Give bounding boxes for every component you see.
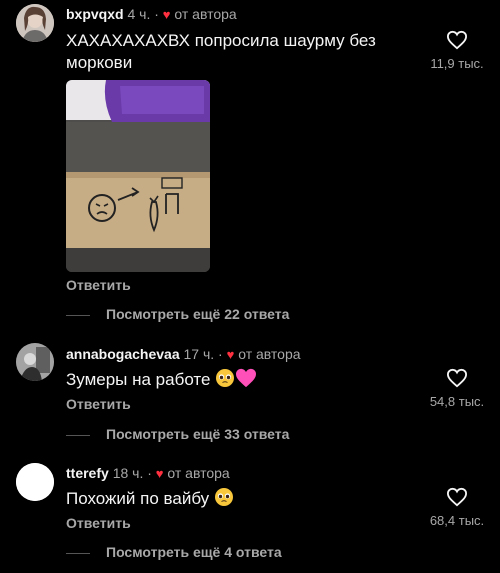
pleading-face-icon bbox=[215, 368, 235, 394]
like-count: 11,9 тыс. bbox=[430, 56, 484, 71]
view-more-replies[interactable]: Посмотреть ещё 22 ответа bbox=[66, 306, 289, 322]
comment-text: Зумеры на работе bbox=[66, 370, 211, 389]
like-button[interactable]: 54,8 тыс. bbox=[422, 368, 492, 409]
avatar-photo bbox=[16, 463, 54, 501]
view-more-replies[interactable]: Посмотреть ещё 33 ответа bbox=[66, 426, 289, 442]
comment-text: ХАХАХАХАХВХ попросила шаурму без моркови bbox=[66, 31, 376, 72]
heart-filled-icon: ♥ bbox=[226, 347, 235, 362]
author-badge: от автора bbox=[238, 346, 301, 362]
heart-outline-icon[interactable] bbox=[446, 487, 468, 507]
separator-dot: · bbox=[218, 346, 223, 362]
heart-outline-icon[interactable] bbox=[446, 30, 468, 50]
separator-dot: · bbox=[147, 465, 152, 481]
view-more-label: Посмотреть ещё 33 ответа bbox=[106, 426, 290, 442]
avatar[interactable] bbox=[16, 343, 54, 381]
divider-line bbox=[66, 552, 90, 554]
timestamp: 18 ч. bbox=[112, 465, 144, 481]
reply-button[interactable]: Ответить bbox=[66, 515, 131, 531]
separator-dot: · bbox=[154, 6, 159, 22]
heart-outline-icon[interactable] bbox=[446, 368, 468, 388]
comment-meta: annabogachevaa 17 ч. · ♥ от автора bbox=[66, 346, 301, 362]
view-more-label: Посмотреть ещё 22 ответа bbox=[106, 306, 290, 322]
avatar-photo bbox=[16, 343, 54, 381]
pleading-face-icon bbox=[214, 487, 234, 513]
comment-meta: bxpvqxd 4 ч. · ♥ от автора bbox=[66, 6, 237, 22]
username[interactable]: annabogachevaa bbox=[66, 346, 180, 362]
comment-text-row: Похожий по вайбу bbox=[66, 487, 234, 513]
timestamp: 17 ч. bbox=[183, 346, 215, 362]
pink-heart-icon bbox=[235, 368, 257, 394]
view-more-label: Посмотреть ещё 4 ответа bbox=[106, 544, 282, 560]
divider-line bbox=[66, 434, 90, 436]
timestamp: 4 ч. bbox=[127, 6, 151, 22]
author-badge: от автора bbox=[167, 465, 230, 481]
like-button[interactable]: 11,9 тыс. bbox=[422, 30, 492, 71]
comment-meta: tterefy 18 ч. · ♥ от автора bbox=[66, 465, 230, 481]
reply-button[interactable]: Ответить bbox=[66, 396, 131, 412]
username[interactable]: bxpvqxd bbox=[66, 6, 124, 22]
like-count: 68,4 тыс. bbox=[429, 513, 485, 528]
comment-text: Похожий по вайбу bbox=[66, 489, 210, 508]
like-count: 54,8 тыс. bbox=[429, 394, 485, 409]
avatar[interactable] bbox=[16, 463, 54, 501]
comment-text-row: Зумеры на работе bbox=[66, 368, 257, 394]
avatar[interactable] bbox=[16, 4, 54, 42]
comment-2: annabogachevaa 17 ч. · ♥ от автора Зумер… bbox=[0, 340, 500, 450]
divider-line bbox=[66, 314, 90, 316]
author-badge: от автора bbox=[174, 6, 237, 22]
heart-filled-icon: ♥ bbox=[155, 466, 164, 481]
reply-button[interactable]: Ответить bbox=[66, 277, 131, 293]
comment-3: tterefy 18 ч. · ♥ от автора Похожий по в… bbox=[0, 459, 500, 573]
like-button[interactable]: 68,4 тыс. bbox=[422, 487, 492, 528]
heart-filled-icon: ♥ bbox=[162, 7, 171, 22]
shawarma-bag-photo bbox=[66, 80, 210, 272]
view-more-replies[interactable]: Посмотреть ещё 4 ответа bbox=[66, 544, 282, 560]
comment-image[interactable] bbox=[66, 80, 210, 272]
avatar-photo bbox=[16, 4, 54, 42]
comment-1: bxpvqxd 4 ч. · ♥ от автора ХАХАХАХАХВХ п… bbox=[0, 0, 500, 330]
username[interactable]: tterefy bbox=[66, 465, 109, 481]
